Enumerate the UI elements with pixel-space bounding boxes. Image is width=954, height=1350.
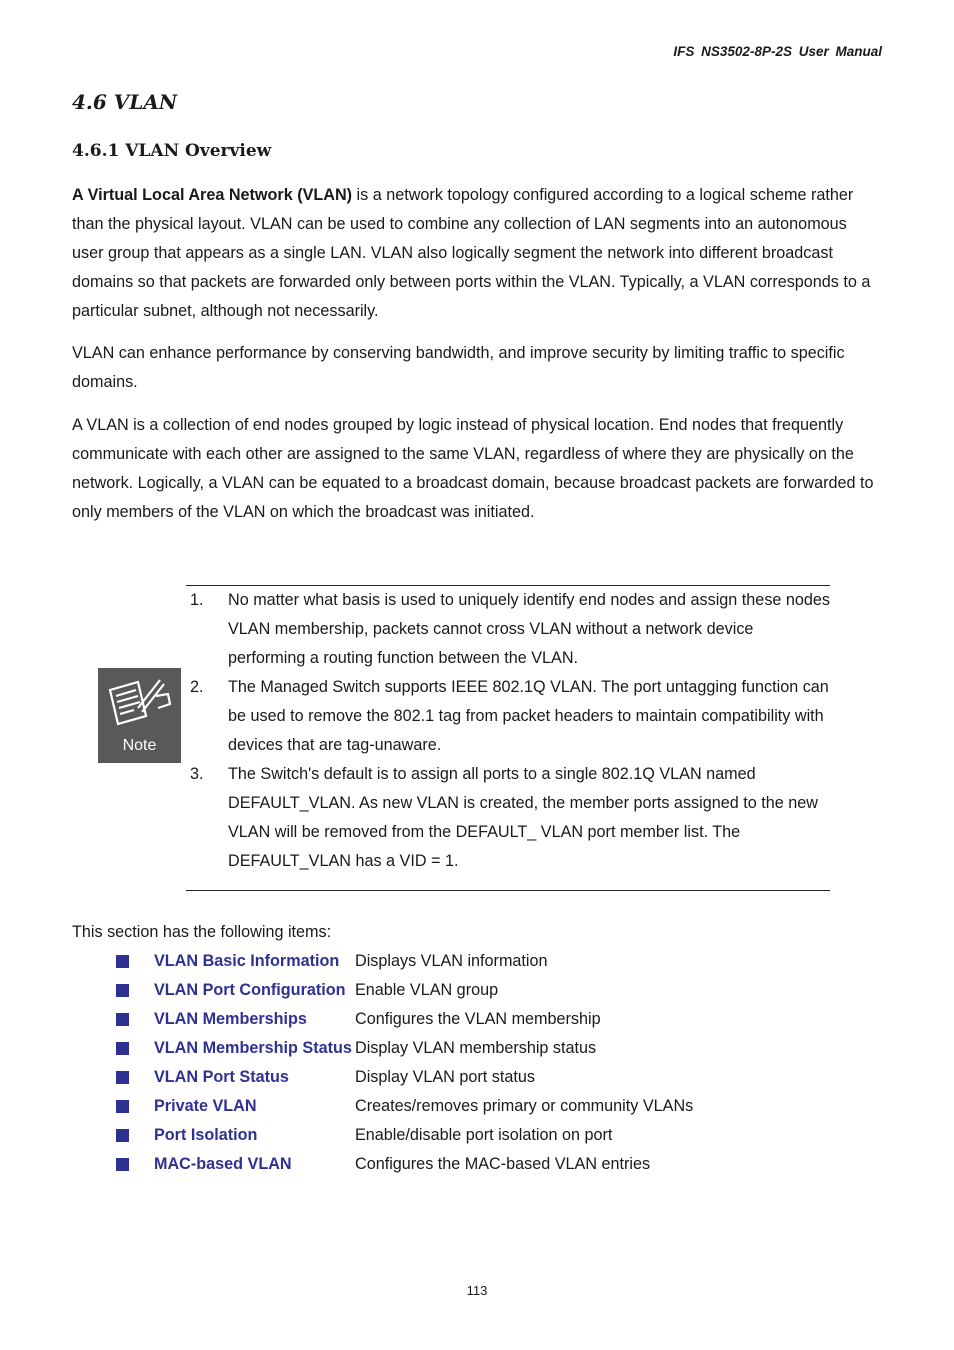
note-item: 3. The Switch's default is to assign all … [190, 760, 830, 876]
item-description: Display VLAN port status [355, 1068, 535, 1086]
note-item-text: The Switch's default is to assign all po… [228, 765, 818, 870]
notepad-pen-icon [108, 679, 172, 726]
square-bullet-icon [116, 1013, 129, 1026]
list-item: VLAN Basic Information Displays VLAN info… [116, 947, 816, 976]
note-item-text: The Managed Switch supports IEEE 802.1Q … [228, 678, 829, 754]
note-item-text: No matter what basis is used to uniquely… [228, 591, 831, 667]
item-description: Enable/disable port isolation on port [355, 1126, 613, 1144]
note-item: 1. No matter what basis is used to unique… [190, 586, 830, 673]
square-bullet-icon [116, 1100, 129, 1113]
items-list: VLAN Basic Information Displays VLAN info… [116, 947, 816, 1179]
list-item: MAC-based VLAN Configures the MAC-based V… [116, 1150, 816, 1179]
item-link[interactable]: Private VLAN [154, 1092, 355, 1121]
paragraph-end-nodes: A VLAN is a collection of end nodes grou… [72, 416, 874, 521]
paragraph-performance: VLAN can enhance performance by conservi… [72, 344, 845, 391]
term-vlan: A Virtual Local Area Network (VLAN) [72, 186, 353, 204]
subsection-title: 4.6.1 VLAN Overview [72, 141, 272, 161]
square-bullet-icon [116, 955, 129, 968]
note-item-number: 3. [190, 765, 204, 783]
square-bullet-icon [116, 984, 129, 997]
note-item-number: 1. [190, 591, 204, 609]
note-list: 1. No matter what basis is used to unique… [190, 586, 830, 876]
note-item-number: 2. [190, 678, 204, 696]
note-icon: Note [98, 668, 181, 763]
list-item: VLAN Port Status Display VLAN port status [116, 1063, 816, 1092]
note-item: 2. The Managed Switch supports IEEE 802.1… [190, 673, 830, 760]
item-link[interactable]: Port Isolation [154, 1121, 355, 1150]
paragraph-vlan-definition: A Virtual Local Area Network (VLAN) is a… [72, 181, 882, 326]
item-description: Enable VLAN group [355, 981, 499, 999]
item-description: Displays VLAN information [355, 952, 548, 970]
paragraph-text: is a network topology configured accordi… [72, 186, 871, 320]
list-item: Private VLAN Creates/removes primary or c… [116, 1092, 816, 1121]
list-item: Port Isolation Enable/disable port isolat… [116, 1121, 816, 1150]
item-link[interactable]: VLAN Port Status [154, 1063, 355, 1092]
section-title: 4.6 VLAN [72, 90, 178, 114]
item-link[interactable]: VLAN Basic Information [154, 947, 355, 976]
square-bullet-icon [116, 1129, 129, 1142]
item-description: Configures the VLAN membership [355, 1010, 601, 1028]
square-bullet-icon [116, 1071, 129, 1084]
square-bullet-icon [116, 1042, 129, 1055]
item-description: Creates/removes primary or community VLA… [355, 1097, 694, 1115]
note-label: Note [122, 737, 157, 754]
item-description: Display VLAN membership status [355, 1039, 597, 1057]
page-header: IFS NS3502-8P-2S User Manual [673, 44, 882, 59]
page-number: 113 [466, 1283, 488, 1298]
item-description: Configures the MAC-based VLAN entries [355, 1155, 651, 1173]
item-link[interactable]: VLAN Membership Status [154, 1034, 355, 1063]
items-intro: This section has the following items: [72, 923, 332, 941]
list-item: VLAN Memberships Configures the VLAN memb… [116, 1005, 816, 1034]
list-item: VLAN Membership Status Display VLAN membe… [116, 1034, 816, 1063]
list-item: VLAN Port Configuration Enable VLAN group [116, 976, 816, 1005]
item-link[interactable]: VLAN Memberships [154, 1005, 355, 1034]
square-bullet-icon [116, 1158, 129, 1171]
item-link[interactable]: VLAN Port Configuration [154, 976, 355, 1005]
item-link[interactable]: MAC-based VLAN [154, 1150, 355, 1179]
